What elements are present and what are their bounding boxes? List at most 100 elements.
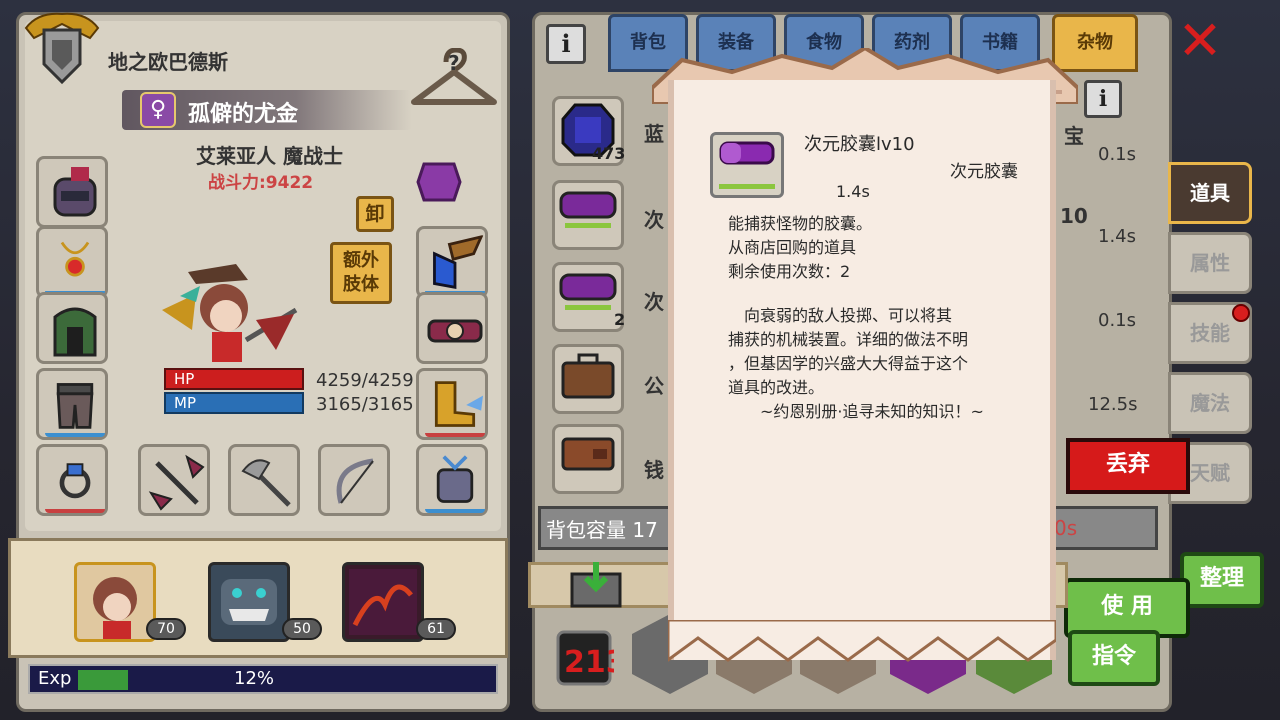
necklace-icon xyxy=(45,241,105,295)
weapon-slot-2[interactable] xyxy=(228,444,300,516)
capsule-icon xyxy=(559,191,617,228)
weapon-slot-3[interactable] xyxy=(318,444,390,516)
helmet-slot[interactable] xyxy=(36,156,108,228)
popup-item-icon xyxy=(710,132,784,198)
bow-icon xyxy=(336,458,374,504)
golden-boots-icon xyxy=(425,381,485,437)
sort-button[interactable]: 整理 xyxy=(1180,552,1264,608)
heroine-portrait-icon xyxy=(93,577,137,639)
hanger-icon[interactable]: ? xyxy=(408,48,500,118)
armor-icon xyxy=(53,307,97,357)
belt-slot[interactable] xyxy=(416,292,488,364)
party-level-3: 61 xyxy=(416,618,456,640)
mp-value: 3165/3165 xyxy=(316,394,414,415)
armor-slot[interactable] xyxy=(36,292,108,364)
accessory-slot[interactable] xyxy=(416,444,488,516)
race-class: 艾莱亚人 魔战士 xyxy=(196,144,343,168)
item-time-4: 12.5s xyxy=(1088,394,1138,415)
capacity-label: 背包容量 17 xyxy=(546,518,658,542)
popup-lore-line: 道具的改进。 xyxy=(728,378,825,397)
belt-icon xyxy=(427,319,483,343)
popup-item-weight: 1.4s xyxy=(836,182,870,201)
popup-lore-line: 捕获的机械装置。详细的做法不明 xyxy=(728,330,969,349)
download-arrow-icon[interactable] xyxy=(568,560,624,610)
pants-slot[interactable] xyxy=(36,368,108,440)
boots-slot[interactable] xyxy=(416,368,488,440)
briefcase-icon xyxy=(561,353,615,399)
item-name-1[interactable]: 蓝 xyxy=(644,118,664,147)
popup-desc-line: 从商店回购的道具 xyxy=(728,238,857,257)
item-name-2[interactable]: 次 xyxy=(644,204,664,233)
gloves-slot[interactable] xyxy=(416,226,488,298)
demon-portrait-icon xyxy=(349,569,417,635)
capacity-right: 0s xyxy=(1054,516,1078,540)
double-axe-icon xyxy=(148,454,205,511)
item-info-icon[interactable]: i xyxy=(1084,80,1122,118)
female-symbol-icon: ♀ xyxy=(140,92,176,128)
item-rarity-bar xyxy=(719,141,775,189)
item-name-3[interactable]: 次 xyxy=(644,286,664,315)
exp-fill xyxy=(78,670,128,690)
side-tab-magic[interactable]: 魔法 xyxy=(1168,372,1252,434)
svg-text:213: 213 xyxy=(564,645,614,680)
gem-slot[interactable] xyxy=(416,156,462,208)
purple-gem-icon xyxy=(416,162,462,202)
item-icon-2[interactable] xyxy=(552,180,624,250)
unequip-button[interactable]: 卸 xyxy=(356,196,394,232)
party-level-2: 50 xyxy=(282,618,322,640)
wallet-icon xyxy=(561,437,615,471)
necklace-slot[interactable] xyxy=(36,226,108,298)
close-icon[interactable]: ✕ xyxy=(1176,14,1224,68)
exp-label: Exp xyxy=(38,668,72,689)
ring-slot[interactable] xyxy=(36,444,108,516)
guild-crest-icon xyxy=(24,12,100,85)
hp-label: HP xyxy=(174,370,195,388)
item-extra-2: 10 xyxy=(1060,204,1088,228)
item-count-1: 473 xyxy=(592,144,626,163)
character-title: 孤僻的尤金 xyxy=(188,102,299,127)
side-tab-items[interactable]: 道具 xyxy=(1168,162,1252,224)
character-sprite xyxy=(162,264,298,362)
command-button[interactable]: 指令 xyxy=(1068,630,1160,686)
mp-label: MP xyxy=(174,394,196,412)
pants-icon xyxy=(45,383,105,437)
character-name: 地之欧巴德斯 xyxy=(108,50,228,74)
hp-bar: HP xyxy=(164,368,304,390)
use-button[interactable]: 使 用 xyxy=(1064,578,1190,638)
item-icon-4[interactable] xyxy=(552,344,624,414)
popup-lore-line: 向衰弱的敌人投掷、可以将其 xyxy=(728,306,953,325)
item-extra-1: 宝 xyxy=(1064,124,1084,148)
item-time-3: 0.1s xyxy=(1098,310,1137,331)
scroll-bottom-edge xyxy=(668,620,1056,662)
item-name-5[interactable]: 钱 xyxy=(644,454,664,483)
party-member-1[interactable] xyxy=(74,562,156,642)
capsule-icon xyxy=(559,273,617,310)
hp-value: 4259/4259 xyxy=(316,370,414,391)
popup-lore-line: ~约恩别册·追寻未知的知识！~ xyxy=(728,402,984,421)
popup-item-title: 次元胶囊lv10 xyxy=(804,134,915,155)
dice-icon[interactable]: 213 xyxy=(554,628,614,688)
svg-text:?: ? xyxy=(448,51,460,75)
exp-percent: 12% xyxy=(234,668,275,689)
info-icon[interactable]: i xyxy=(546,24,586,64)
helmet-icon xyxy=(53,167,97,217)
extra-limbs-button[interactable]: 额外 肢体 xyxy=(330,242,392,304)
popup-desc-line: 能捕获怪物的胶囊。 xyxy=(728,214,873,233)
popup-item-type: 次元胶囊 xyxy=(950,162,1018,182)
weapon-slot-1[interactable] xyxy=(138,444,210,516)
beast-portrait-icon xyxy=(221,579,277,625)
item-time-2: 1.4s xyxy=(1098,226,1137,247)
side-tab-attributes[interactable]: 属性 xyxy=(1168,232,1252,294)
combat-power: 战斗力:9422 xyxy=(208,173,314,193)
discard-button[interactable]: 丢弃 xyxy=(1066,438,1190,494)
battle-axe-icon xyxy=(241,459,291,507)
gloves-icon xyxy=(425,235,485,295)
party-member-3[interactable] xyxy=(342,562,424,642)
cape-icon xyxy=(425,455,485,513)
party-member-2[interactable] xyxy=(208,562,290,642)
mp-bar: MP xyxy=(164,392,304,414)
item-name-4[interactable]: 公 xyxy=(644,370,664,399)
popup-lore-line: ，但基因学的兴盛大大得益于这个 xyxy=(728,354,969,373)
item-icon-5[interactable] xyxy=(552,424,624,494)
item-time-1: 0.1s xyxy=(1098,144,1137,165)
